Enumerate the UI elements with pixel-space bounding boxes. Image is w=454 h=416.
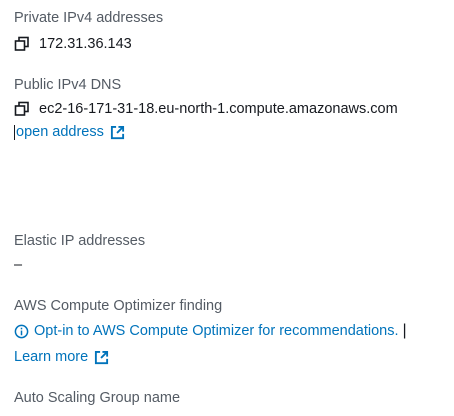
- compute-optimizer-row: Opt-in to AWS Compute Optimizer for reco…: [14, 322, 407, 340]
- compute-optimizer-section: AWS Compute Optimizer finding Opt-in to …: [14, 297, 407, 366]
- elastic-ip-section: Elastic IP addresses –: [14, 232, 145, 274]
- compute-optimizer-label: AWS Compute Optimizer finding: [14, 298, 223, 314]
- elastic-ip-label: Elastic IP addresses: [14, 233, 146, 249]
- public-dns-label: Public IPv4 DNS: [14, 77, 122, 93]
- external-link-icon: [110, 125, 124, 139]
- separator: |: [402, 322, 407, 339]
- learn-more-link[interactable]: Learn more: [14, 349, 109, 365]
- learn-more-label: Learn more: [14, 349, 89, 365]
- auto-scaling-label: Auto Scaling Group name: [14, 390, 181, 406]
- learn-more-row: Learn more: [14, 348, 407, 366]
- private-ipv4-section: Private IPv4 addresses 172.31.36.143: [14, 9, 163, 53]
- text-cursor: [14, 124, 15, 140]
- opt-in-link[interactable]: Opt-in to AWS Compute Optimizer for reco…: [34, 323, 399, 339]
- public-dns-section: Public IPv4 DNS ec2-16-171-31-18.eu-nort…: [14, 76, 398, 140]
- auto-scaling-section: Auto Scaling Group name: [14, 389, 180, 407]
- copy-icon[interactable]: [14, 101, 30, 117]
- copy-icon[interactable]: [14, 36, 30, 52]
- public-dns-value: ec2-16-171-31-18.eu-north-1.compute.amaz…: [39, 101, 398, 117]
- open-address-row: open address: [14, 124, 398, 140]
- open-address-label: open address: [16, 124, 104, 140]
- private-ipv4-value: 172.31.36.143: [39, 36, 132, 52]
- open-address-link[interactable]: open address: [16, 124, 125, 140]
- elastic-ip-value: –: [14, 257, 23, 273]
- public-dns-row: ec2-16-171-31-18.eu-north-1.compute.amaz…: [14, 100, 398, 118]
- info-icon: [14, 324, 29, 338]
- external-link-icon: [95, 350, 109, 364]
- private-ipv4-label: Private IPv4 addresses: [14, 10, 164, 26]
- private-ipv4-row: 172.31.36.143: [14, 35, 163, 53]
